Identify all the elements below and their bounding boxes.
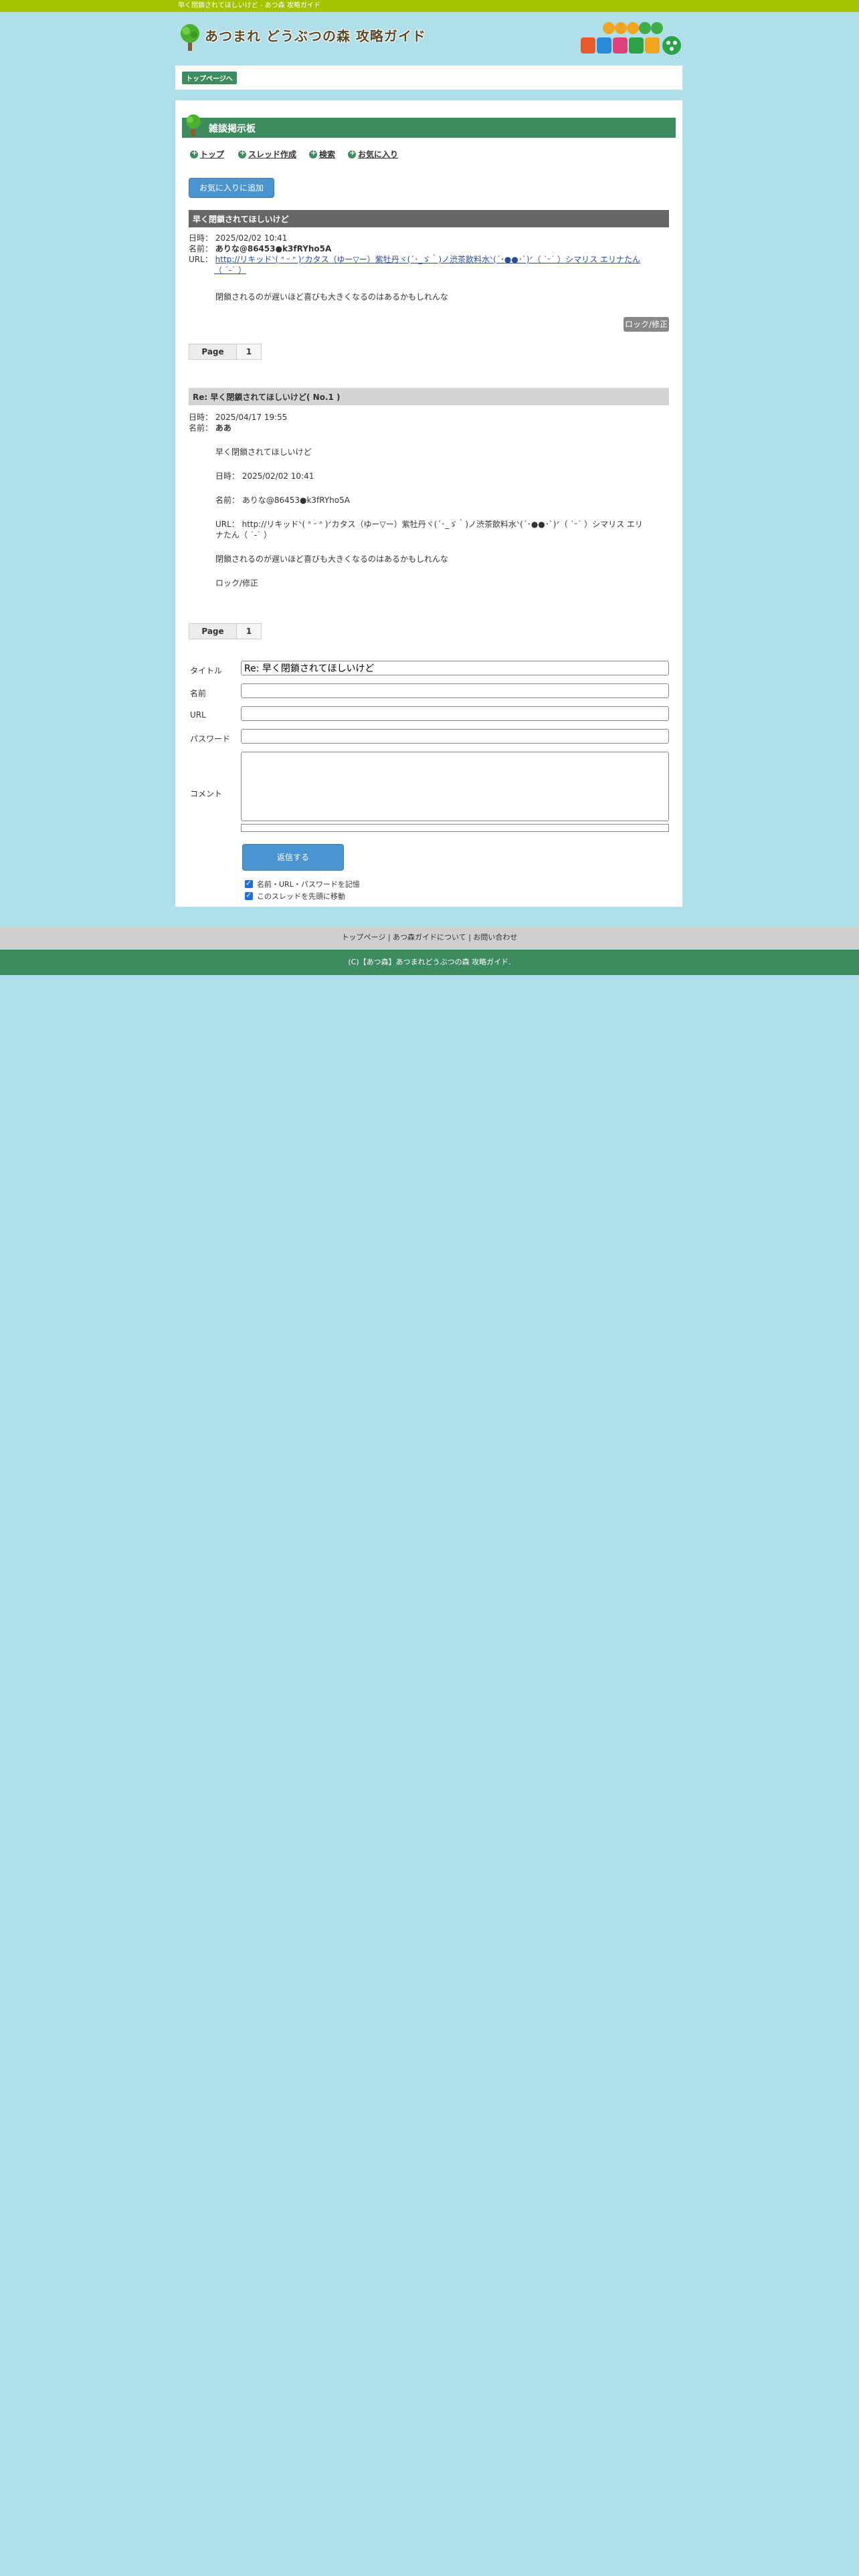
move-top-checkbox[interactable] <box>245 891 253 900</box>
site-logo-text[interactable]: あつまれ どうぶつの森 攻略ガイド <box>205 25 426 45</box>
reply-title: Re: 早く閉鎖されてほしいけど( No.1 ) <box>193 393 341 402</box>
name-label: 名前 <box>190 689 207 698</box>
breadcrumb: トップページへ <box>175 66 682 90</box>
thread-url-link-cont[interactable]: （ ˙-˙ ） <box>214 265 246 275</box>
reply-date: 日時： 2025/04/17 19:55 <box>189 413 288 422</box>
reply-author: 名前： ああ <box>189 423 231 433</box>
board-title-bar: 雑談掲示板 <box>182 114 676 138</box>
thread-url-cont: （ ˙-˙ ） <box>214 265 246 276</box>
url-label: URL <box>190 710 206 720</box>
plus-circle-icon <box>309 148 317 158</box>
nav-create-thread-link[interactable]: スレッド作成 <box>238 148 296 160</box>
thread-date: 日時： 2025/02/02 10:41 <box>189 233 288 243</box>
top-bar-title: 早く閉鎖されてほしいけど - あつ森 攻略ガイド <box>178 2 320 9</box>
main-content: 雑談掲示板 トップ スレッド作成 検索 お気に入り お気に入りに追加 早く閉鎖さ… <box>175 100 682 907</box>
footer-links[interactable]: トップページ | あつ森ガイドについて | お問い合わせ <box>0 927 859 948</box>
title-input[interactable] <box>241 661 669 675</box>
plus-circle-icon <box>190 148 198 158</box>
page-number-1[interactable]: 1 <box>237 623 262 639</box>
lock-edit-button[interactable]: ロック/修正 <box>624 317 669 332</box>
thread-url: URL： http://リキッドᐠ( ᐢ ᵕ ᐢ )ᐟカタス（ゆー▽ー）紫牡丹ヾ… <box>189 255 640 264</box>
breadcrumb-home[interactable]: トップページへ <box>182 72 237 84</box>
title-label: タイトル <box>190 666 223 675</box>
url-input[interactable] <box>241 706 669 721</box>
plus-circle-icon <box>348 148 356 158</box>
comment-label: コメント <box>190 789 223 798</box>
tree-icon[interactable] <box>178 21 202 52</box>
plus-circle-icon <box>238 148 246 158</box>
reply-quote-name: 名前： ありな@86453●k3fRYho5A <box>215 496 350 505</box>
pager-bottom: Page 1 <box>189 623 262 639</box>
reply-title-bar: Re: 早く閉鎖されてほしいけど( No.1 ) <box>189 388 669 405</box>
reply-quote-lock: ロック/修正 <box>215 578 259 588</box>
remember-checkbox-row[interactable]: 名前・URL・パスワードを記憶 <box>245 879 360 889</box>
submit-reply-button[interactable]: 返信する <box>242 844 344 871</box>
footer-copyright: (C)【あつ森】あつまれどうぶつの森 攻略ガイド. <box>0 950 859 975</box>
page-label: Page <box>189 623 237 639</box>
nav-top-link[interactable]: トップ <box>190 148 224 160</box>
pager-top: Page 1 <box>189 344 262 360</box>
password-label: パスワード <box>190 734 231 744</box>
board-title: 雑談掲示板 <box>209 124 256 134</box>
remember-checkbox[interactable] <box>245 879 253 888</box>
reply-quote-url: URL： http://リキッドᐠ( ᐢ ᵕ ᐢ )ᐟカタス（ゆー▽ー）紫牡丹ヾ… <box>215 520 643 529</box>
reply-quote-title: 早く閉鎖されてほしいけど <box>215 447 312 457</box>
comment-textarea[interactable] <box>241 752 669 821</box>
top-bar <box>0 0 859 12</box>
thread-title: 早く閉鎖されてほしいけど <box>193 215 289 224</box>
nav-search-link[interactable]: 検索 <box>309 148 335 160</box>
tree-icon <box>186 114 201 136</box>
comment-resize-bar[interactable] <box>241 824 669 832</box>
page-number-1[interactable]: 1 <box>237 344 262 360</box>
name-input[interactable] <box>241 683 669 698</box>
page-label: Page <box>189 344 237 360</box>
thread-url-link[interactable]: http://リキッドᐠ( ᐢ ᵕ ᐢ )ᐟカタス（ゆー▽ー）紫牡丹ヾ(´･_ゞ… <box>215 255 640 264</box>
password-input[interactable] <box>241 729 669 744</box>
thread-author: 名前： ありな@86453●k3fRYho5A <box>189 244 332 253</box>
reply-quote-url-cont: ナたん（ ˙-˙ ） <box>215 530 272 540</box>
reply-quote-date: 日時： 2025/02/02 10:41 <box>215 471 314 481</box>
thread-body: 閉鎖されるのが遅いほど喜びも大きくなるのはあるかもしれんな <box>215 292 449 302</box>
site-header: あつまれ どうぶつの森 攻略ガイド <box>175 19 684 63</box>
reply-quote-body: 閉鎖されるのが遅いほど喜びも大きくなるのはあるかもしれんな <box>215 554 449 564</box>
move-top-checkbox-row[interactable]: このスレッドを先頭に移動 <box>245 891 345 901</box>
nav-favorites-link[interactable]: お気に入り <box>348 148 398 160</box>
acnh-logo-badge[interactable] <box>579 20 682 60</box>
add-favorite-button[interactable]: お気に入りに追加 <box>189 178 274 198</box>
thread-title-bar: 早く閉鎖されてほしいけど <box>189 210 669 227</box>
